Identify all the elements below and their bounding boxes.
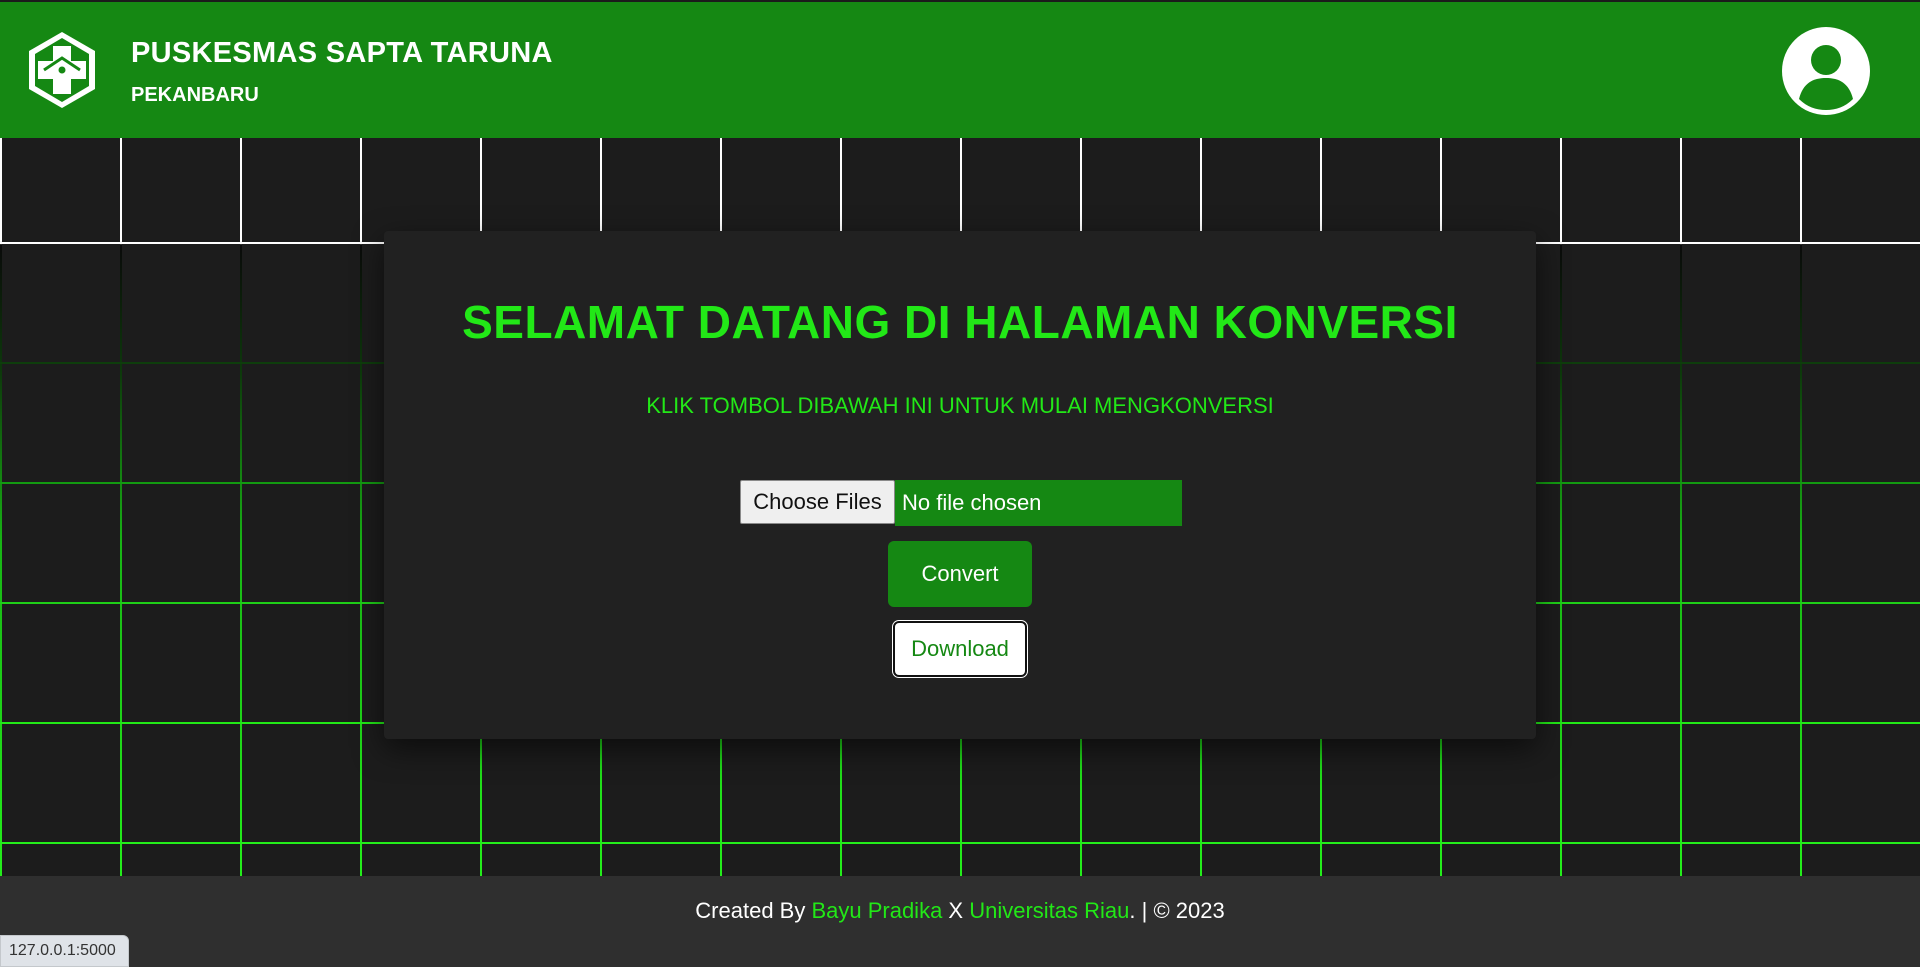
instruction-text: KLIK TOMBOL DIBAWAH INI UNTUK MULAI MENG…: [646, 393, 1274, 418]
institution-link[interactable]: Universitas Riau: [969, 898, 1129, 923]
file-status-text[interactable]: No file chosen: [895, 480, 1182, 526]
user-avatar-icon[interactable]: [1782, 27, 1870, 115]
brand: PUSKESMAS SAPTA TARUNA PEKANBARU: [131, 36, 553, 106]
grid-line-vertical: [120, 138, 122, 876]
convert-button[interactable]: Convert: [888, 541, 1032, 607]
link-status-url: 127.0.0.1:5000: [0, 935, 129, 967]
choose-files-button[interactable]: Choose Files: [740, 480, 895, 524]
page-heading: SELAMAT DATANG DI HALAMAN KONVERSI: [462, 296, 1458, 348]
author-link[interactable]: Bayu Pradika: [811, 898, 942, 923]
page: PUSKESMAS SAPTA TARUNA PEKANBARU SELAMAT…: [0, 0, 1920, 967]
footer-prefix: Created By: [695, 898, 812, 923]
grid-line-vertical: [1560, 138, 1562, 876]
footer: Created By Bayu Pradika X Universitas Ri…: [0, 876, 1920, 967]
grid-line-vertical: [240, 138, 242, 876]
site-title: PUSKESMAS SAPTA TARUNA: [131, 37, 553, 69]
conversion-card: SELAMAT DATANG DI HALAMAN KONVERSI KLIK …: [384, 231, 1536, 739]
grid-line-vertical: [1800, 138, 1802, 876]
puskesmas-logo-icon: [29, 32, 95, 108]
top-header: PUSKESMAS SAPTA TARUNA PEKANBARU: [0, 2, 1920, 138]
grid-line-vertical: [0, 138, 2, 876]
footer-separator: X: [942, 898, 970, 923]
grid-line-vertical: [1680, 138, 1682, 876]
grid-line-vertical: [360, 138, 362, 876]
grid-line-horizontal: [0, 842, 1920, 844]
site-subtitle: PEKANBARU: [131, 84, 259, 106]
download-button[interactable]: Download: [893, 621, 1027, 677]
file-input[interactable]: Choose Files No file chosen: [740, 480, 1182, 526]
footer-copyright: . | © 2023: [1129, 898, 1225, 923]
